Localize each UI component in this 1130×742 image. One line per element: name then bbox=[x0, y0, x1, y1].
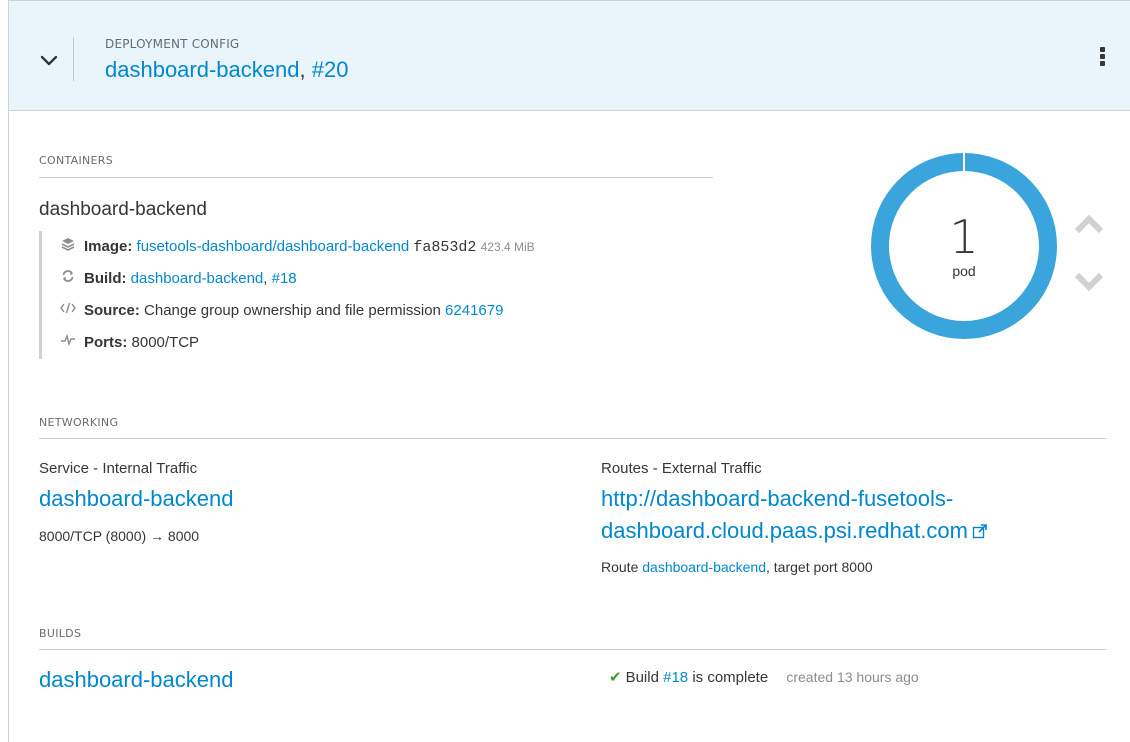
deployment-config-card: DEPLOYMENT CONFIG dashboard-backend, #20… bbox=[8, 0, 1130, 742]
route-target-port: , target port 8000 bbox=[766, 559, 873, 575]
networking-section-label: NETWORKING bbox=[39, 416, 119, 429]
refresh-icon bbox=[60, 269, 76, 286]
image-size: 423.4 MiB bbox=[480, 240, 535, 254]
scale-up-button[interactable] bbox=[1071, 209, 1107, 239]
title-separator: , bbox=[299, 57, 306, 82]
pod-donut[interactable]: 1 pod bbox=[869, 151, 1059, 341]
source-label: Source: bbox=[84, 302, 140, 319]
route-url-line2-wrap: dashboard.cloud.paas.psi.redhat.com bbox=[601, 518, 987, 545]
pulse-icon bbox=[60, 333, 76, 350]
route-url-link-line2[interactable]: dashboard.cloud.paas.psi.redhat.com bbox=[601, 518, 968, 543]
ports-label: Ports: bbox=[84, 334, 128, 351]
image-id: fa853d2 bbox=[413, 239, 477, 256]
route-details: Route dashboard-backend, target port 800… bbox=[601, 559, 873, 575]
kebab-dot-icon bbox=[1099, 47, 1105, 52]
deployment-revision-link[interactable]: #20 bbox=[312, 57, 349, 82]
build-config-name-link[interactable]: dashboard-backend bbox=[39, 667, 233, 693]
kebab-dot-icon bbox=[1099, 61, 1105, 66]
build-status-text: is complete bbox=[692, 669, 769, 686]
build-row: Build: dashboard-backend, #18 bbox=[60, 269, 297, 287]
container-name: dashboard-backend bbox=[39, 199, 207, 220]
routes-title: Routes - External Traffic bbox=[601, 460, 762, 477]
build-status-number-link[interactable]: #18 bbox=[663, 669, 688, 686]
scale-down-button[interactable] bbox=[1071, 267, 1107, 297]
route-url-link-line1[interactable]: http://dashboard-backend-fusetools- bbox=[601, 486, 953, 512]
service-port-mapping: 8000/TCP (8000) → 8000 bbox=[39, 528, 200, 544]
container-details: Image: fusetools-dashboard/dashboard-bac… bbox=[39, 231, 719, 359]
code-icon bbox=[60, 301, 76, 318]
build-label: Build: bbox=[84, 270, 127, 287]
commit-link[interactable]: 6241679 bbox=[445, 302, 503, 319]
kebab-dot-icon bbox=[1099, 54, 1105, 59]
builds-divider bbox=[39, 649, 1107, 650]
page-title: dashboard-backend, #20 bbox=[105, 57, 348, 83]
collapse-toggle[interactable] bbox=[31, 41, 67, 79]
builds-section-label: BUILDS bbox=[39, 627, 82, 640]
pod-unit: pod bbox=[952, 263, 976, 279]
route-name-link[interactable]: dashboard-backend bbox=[642, 559, 766, 575]
header-divider bbox=[73, 37, 74, 81]
build-created-time: created 13 hours ago bbox=[786, 669, 919, 685]
build-number-link[interactable]: #18 bbox=[272, 270, 297, 287]
ports-value: 8000/TCP bbox=[131, 334, 200, 351]
checkmark-icon: ✔ bbox=[609, 669, 622, 686]
pod-count: 1 bbox=[949, 210, 979, 264]
source-row: Source: Change group ownership and file … bbox=[60, 301, 503, 319]
commit-message: Change group ownership and file permissi… bbox=[144, 302, 441, 319]
chevron-down-icon bbox=[31, 41, 67, 79]
build-status: ✔ Build #18 is complete created 13 hours … bbox=[609, 668, 919, 686]
containers-divider bbox=[39, 177, 713, 178]
chevron-down-icon bbox=[1071, 272, 1107, 301]
chevron-up-icon bbox=[1071, 214, 1107, 243]
deployment-config-link[interactable]: dashboard-backend bbox=[105, 57, 299, 82]
route-prefix: Route bbox=[601, 559, 639, 575]
networking-divider bbox=[39, 438, 1107, 439]
card-header: DEPLOYMENT CONFIG dashboard-backend, #20 bbox=[9, 1, 1130, 111]
build-config-link[interactable]: dashboard-backend bbox=[131, 270, 264, 287]
containers-section-label: CONTAINERS bbox=[39, 154, 114, 167]
image-label: Image: bbox=[84, 238, 133, 255]
kebab-menu-button[interactable] bbox=[1095, 47, 1109, 73]
layers-icon bbox=[60, 237, 76, 254]
ports-row: Ports: 8000/TCP bbox=[60, 333, 199, 351]
service-link[interactable]: dashboard-backend bbox=[39, 486, 233, 512]
build-status-prefix: Build bbox=[625, 669, 659, 686]
resource-kind: DEPLOYMENT CONFIG bbox=[105, 37, 240, 51]
service-title: Service - Internal Traffic bbox=[39, 460, 198, 477]
external-link-icon[interactable] bbox=[972, 519, 987, 545]
image-link[interactable]: fusetools-dashboard/dashboard-backend bbox=[137, 238, 410, 255]
image-row: Image: fusetools-dashboard/dashboard-bac… bbox=[60, 237, 535, 256]
build-separator: , bbox=[263, 270, 268, 287]
